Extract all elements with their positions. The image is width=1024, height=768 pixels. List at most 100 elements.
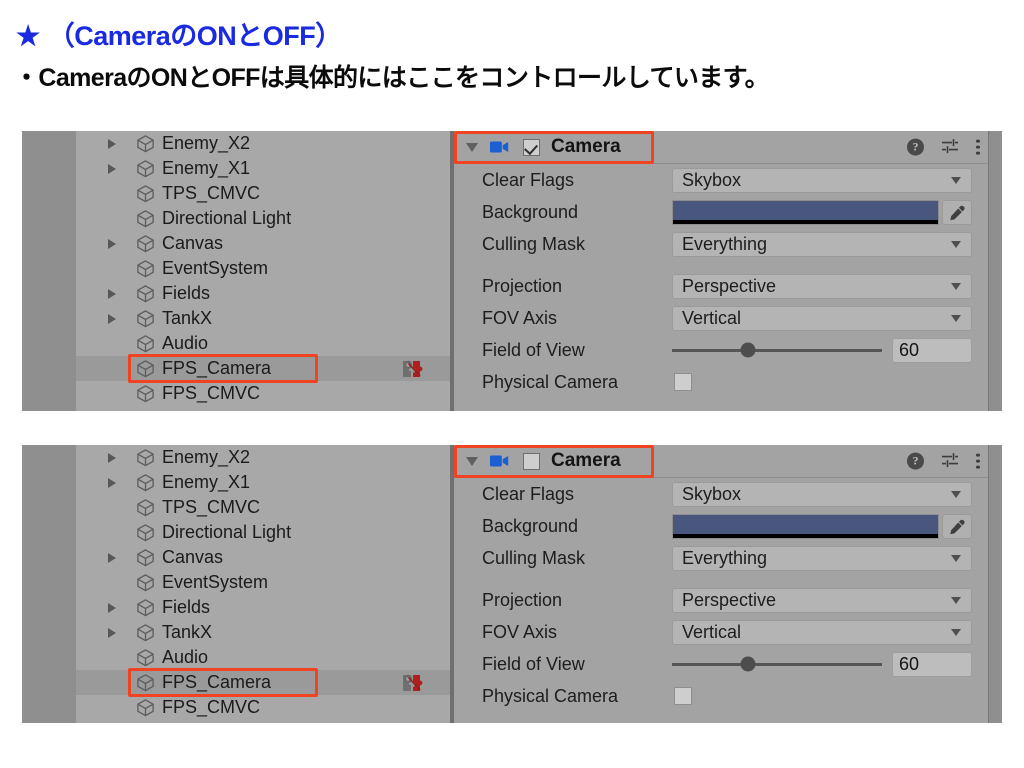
chevron-right-icon[interactable] bbox=[108, 238, 116, 249]
dropdown-clear-flags[interactable]: Skybox bbox=[672, 481, 972, 507]
slider-field-field-of-view[interactable]: 60 bbox=[672, 337, 972, 363]
component-header[interactable]: Camera? bbox=[454, 445, 1002, 478]
chevron-right-icon[interactable] bbox=[108, 138, 116, 149]
hierarchy-item-label: EventSystem bbox=[162, 572, 269, 592]
component-enabled-checkbox[interactable] bbox=[523, 452, 540, 470]
chevron-right-icon[interactable] bbox=[108, 288, 116, 299]
property-field[interactable]: Vertical bbox=[672, 305, 972, 331]
preset-icon[interactable] bbox=[941, 453, 959, 469]
color-field-background[interactable] bbox=[672, 513, 972, 539]
dropdown-culling-mask[interactable]: Everything bbox=[672, 231, 972, 257]
hierarchy-row[interactable]: Fields bbox=[76, 281, 450, 306]
hierarchy-panel-top[interactable]: Enemy_X2 Enemy_X1 TPS_CMVC Directional Ligh… bbox=[76, 131, 450, 411]
property-field[interactable]: Perspective bbox=[672, 273, 972, 299]
dropdown-clear-flags[interactable]: Skybox bbox=[672, 167, 972, 193]
color-field-background[interactable] bbox=[672, 199, 972, 225]
hierarchy-row[interactable]: EventSystem bbox=[76, 256, 450, 281]
cube-icon bbox=[136, 698, 155, 717]
chevron-right-icon[interactable] bbox=[108, 627, 116, 638]
chevron-down-icon[interactable] bbox=[951, 176, 961, 184]
hierarchy-row[interactable]: Enemy_X2 bbox=[76, 131, 450, 156]
chevron-right-icon[interactable] bbox=[108, 452, 116, 463]
hierarchy-row[interactable]: TPS_CMVC bbox=[76, 495, 450, 520]
checkbox-physical-camera[interactable] bbox=[674, 687, 692, 705]
chevron-down-icon[interactable] bbox=[951, 282, 961, 290]
chevron-right-icon[interactable] bbox=[108, 477, 116, 488]
slider-knob[interactable] bbox=[740, 656, 756, 672]
hierarchy-panel-bottom[interactable]: Enemy_X2 Enemy_X1 TPS_CMVC Directional Ligh… bbox=[76, 445, 450, 723]
hierarchy-gutter-top bbox=[22, 131, 76, 411]
hierarchy-row[interactable]: Enemy_X2 bbox=[76, 445, 450, 470]
property-field[interactable]: Skybox bbox=[672, 481, 972, 507]
chevron-down-icon[interactable] bbox=[951, 314, 961, 322]
hierarchy-row[interactable]: Fields bbox=[76, 595, 450, 620]
inspector-panel-top[interactable]: Camera? Clear Flags Skybox Background Cullin… bbox=[454, 131, 1002, 411]
help-icon[interactable]: ? bbox=[907, 138, 924, 156]
dropdown-fov-axis[interactable]: Vertical bbox=[672, 619, 972, 645]
chevron-right-icon[interactable] bbox=[108, 552, 116, 563]
hierarchy-item-label: FPS_Camera bbox=[162, 358, 272, 378]
dropdown-fov-axis[interactable]: Vertical bbox=[672, 305, 972, 331]
hierarchy-row[interactable]: TankX bbox=[76, 620, 450, 645]
hierarchy-row[interactable]: FPS_CMVC bbox=[76, 381, 450, 406]
slide-heading-text: （CameraのONとOFF） bbox=[47, 21, 343, 51]
hierarchy-row[interactable]: TPS_CMVC bbox=[76, 181, 450, 206]
dropdown-culling-mask[interactable]: Everything bbox=[672, 545, 972, 571]
slider-track[interactable] bbox=[672, 342, 882, 358]
chevron-down-icon[interactable] bbox=[466, 456, 478, 466]
chevron-down-icon[interactable] bbox=[951, 240, 961, 248]
number-input-field-of-view[interactable]: 60 bbox=[892, 337, 972, 363]
hierarchy-row[interactable]: Enemy_X1 bbox=[76, 156, 450, 181]
chevron-right-icon[interactable] bbox=[108, 602, 116, 613]
slider-knob[interactable] bbox=[740, 342, 756, 358]
hierarchy-row[interactable]: Audio bbox=[76, 645, 450, 670]
hierarchy-row[interactable]: Directional Light bbox=[76, 520, 450, 545]
slider-field-field-of-view[interactable]: 60 bbox=[672, 651, 972, 677]
property-field[interactable]: Perspective bbox=[672, 587, 972, 613]
inspector-scrollbar-bottom[interactable] bbox=[988, 445, 1002, 723]
dropdown-projection[interactable]: Perspective bbox=[672, 273, 972, 299]
more-menu-icon[interactable] bbox=[976, 137, 980, 158]
hierarchy-row[interactable]: Audio bbox=[76, 331, 450, 356]
property-label: Culling Mask bbox=[482, 547, 586, 568]
hierarchy-row[interactable]: TankX bbox=[76, 306, 450, 331]
chevron-down-icon[interactable] bbox=[951, 628, 961, 636]
dropdown-projection[interactable]: Perspective bbox=[672, 587, 972, 613]
hierarchy-row[interactable]: FPS_CMVC bbox=[76, 695, 450, 720]
hierarchy-row[interactable]: Directional Light bbox=[76, 206, 450, 231]
chevron-down-icon[interactable] bbox=[466, 142, 478, 152]
chevron-right-icon[interactable] bbox=[108, 163, 116, 174]
hierarchy-row[interactable]: Enemy_X1 bbox=[76, 470, 450, 495]
chevron-down-icon[interactable] bbox=[951, 554, 961, 562]
hierarchy-row[interactable]: FPS_Camera bbox=[76, 356, 450, 381]
number-input-field-of-view[interactable]: 60 bbox=[892, 651, 972, 677]
hierarchy-row[interactable]: Canvas bbox=[76, 545, 450, 570]
slider-track[interactable] bbox=[672, 656, 882, 672]
checkbox-physical-camera[interactable] bbox=[674, 373, 692, 391]
chevron-right-icon[interactable] bbox=[108, 313, 116, 324]
property-field[interactable]: Everything bbox=[672, 231, 972, 257]
preset-icon[interactable] bbox=[941, 139, 959, 155]
eyedropper-icon[interactable] bbox=[942, 199, 972, 225]
property-field[interactable]: Skybox bbox=[672, 167, 972, 193]
more-menu-icon[interactable] bbox=[976, 451, 980, 472]
hierarchy-row[interactable]: FPS_Camera bbox=[76, 670, 450, 695]
color-swatch[interactable] bbox=[672, 199, 939, 225]
inspector-panel-bottom[interactable]: Camera? Clear Flags Skybox Background Cullin… bbox=[454, 445, 1002, 723]
hierarchy-row[interactable]: EventSystem bbox=[76, 570, 450, 595]
chevron-down-icon[interactable] bbox=[951, 490, 961, 498]
property-field[interactable]: Vertical bbox=[672, 619, 972, 645]
slide-heading: ★ （CameraのONとOFF） bbox=[16, 14, 342, 53]
inspector-scrollbar-top[interactable] bbox=[988, 131, 1002, 411]
component-header-icons: ? bbox=[907, 451, 980, 472]
chevron-down-icon[interactable] bbox=[951, 596, 961, 604]
help-icon[interactable]: ? bbox=[907, 452, 924, 470]
property-field[interactable]: Everything bbox=[672, 545, 972, 571]
eyedropper-icon[interactable] bbox=[942, 513, 972, 539]
property-row: Background bbox=[454, 510, 1002, 542]
cube-icon bbox=[136, 134, 155, 153]
color-swatch[interactable] bbox=[672, 513, 939, 539]
hierarchy-row[interactable]: Canvas bbox=[76, 231, 450, 256]
component-enabled-checkbox[interactable] bbox=[523, 138, 540, 156]
component-header[interactable]: Camera? bbox=[454, 131, 1002, 164]
